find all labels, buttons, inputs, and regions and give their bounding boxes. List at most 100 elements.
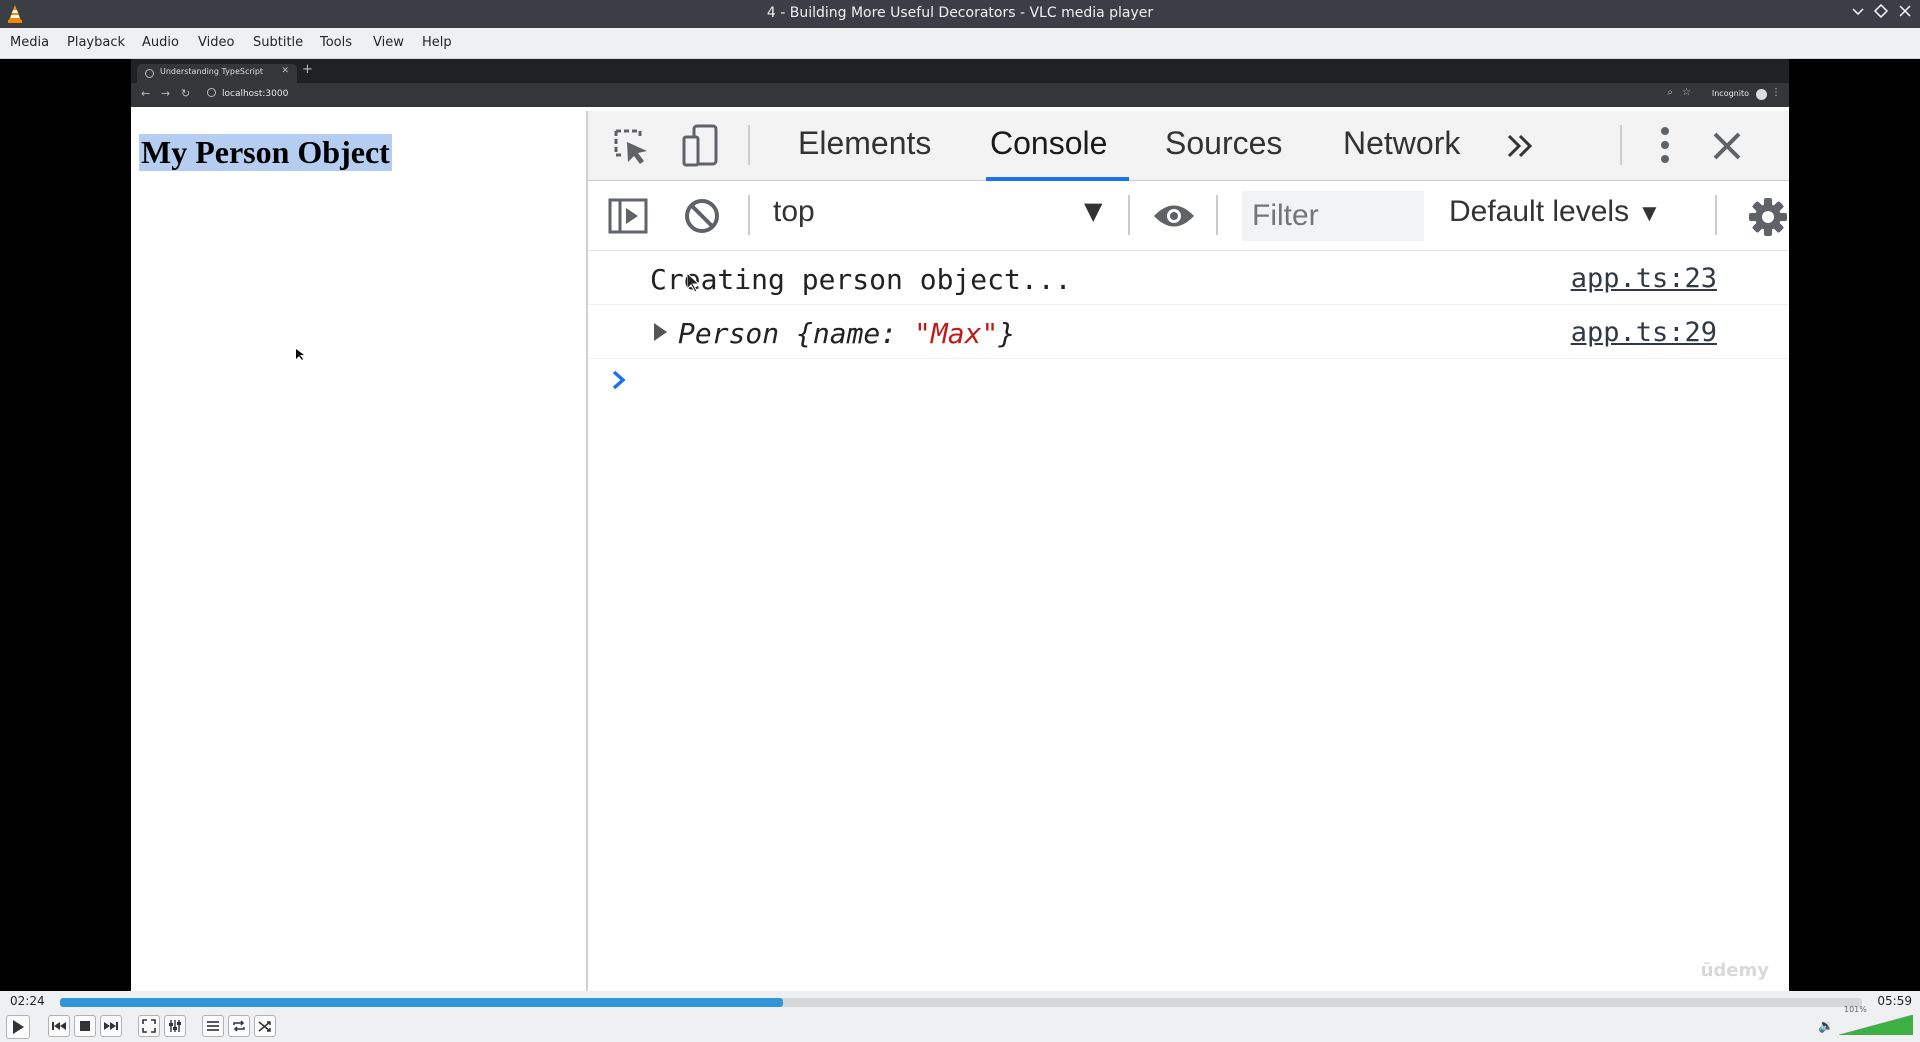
- toolbar-separator: [1216, 195, 1218, 235]
- title-bar: 4 - Building More Useful Decorators - VL…: [0, 0, 1920, 28]
- tab-network[interactable]: Network: [1343, 125, 1460, 162]
- tab-console[interactable]: Console: [990, 125, 1107, 162]
- log-levels-label: Default levels: [1449, 195, 1630, 228]
- menu-help[interactable]: Help: [422, 35, 452, 50]
- maximize-icon[interactable]: [1872, 3, 1890, 22]
- inspect-element-icon: [614, 129, 647, 164]
- play-icon: [13, 1020, 24, 1034]
- volume-slider[interactable]: [1839, 1015, 1913, 1035]
- menu-playback[interactable]: Playback: [67, 35, 125, 50]
- log-levels-select[interactable]: Default levels ▼: [1449, 195, 1661, 229]
- log-message: Creating person object...: [650, 263, 1072, 296]
- tab-close-icon: ✕: [281, 66, 289, 76]
- fullscreen-icon: [142, 1019, 156, 1033]
- devtools-panel: Elements Console Sources Network top ▼ F…: [586, 111, 1789, 991]
- console-toolbar: top ▼ Default levels ▼: [588, 181, 1789, 251]
- menu-tools[interactable]: Tools: [320, 35, 352, 50]
- mouse-cursor-icon: [687, 273, 701, 293]
- page-heading: My Person Object: [139, 134, 392, 171]
- clear-console-icon[interactable]: [684, 198, 720, 234]
- seek-progress: [60, 998, 783, 1007]
- volume-level: 101%: [1844, 1005, 1867, 1014]
- eye-icon[interactable]: [1152, 201, 1196, 231]
- context-select[interactable]: top: [773, 195, 815, 229]
- toolbar-separator: [1620, 125, 1622, 165]
- tab-sources[interactable]: Sources: [1165, 125, 1282, 162]
- toolbar-separator: [1715, 195, 1717, 235]
- toolbar-separator: [748, 125, 750, 165]
- menu-view[interactable]: View: [373, 35, 404, 50]
- playlist-icon: [207, 1021, 219, 1031]
- console-log-row[interactable]: Person {name: "Max"} app.ts:29: [588, 307, 1789, 359]
- zoom-icon: ⌕: [1667, 87, 1673, 98]
- next-icon: [104, 1022, 118, 1030]
- menu-media[interactable]: Media: [10, 35, 49, 50]
- seek-slider[interactable]: [60, 998, 1862, 1007]
- extended-settings-button[interactable]: [164, 1015, 186, 1037]
- object-suffix: }: [998, 317, 1016, 350]
- playlist-button[interactable]: [202, 1015, 224, 1037]
- video-frame: Understanding TypeScript ✕ + ← → ↻ local…: [131, 59, 1789, 991]
- log-source-link[interactable]: app.ts:23: [1571, 263, 1717, 294]
- browser-tab-title: Understanding TypeScript: [160, 67, 264, 76]
- close-devtools-icon[interactable]: [1712, 131, 1742, 161]
- menu-video[interactable]: Video: [198, 35, 234, 50]
- kebab-menu-icon[interactable]: [1658, 125, 1672, 165]
- back-icon: ←: [141, 87, 151, 100]
- shuffle-icon: [258, 1021, 271, 1032]
- device-toolbar-icon: [682, 124, 718, 167]
- menu-bar: Media Playback Audio Video Subtitle Tool…: [0, 28, 1920, 59]
- close-icon[interactable]: [1896, 4, 1914, 22]
- dropdown-arrow-icon[interactable]: ▼: [1084, 197, 1102, 225]
- tab-elements[interactable]: Elements: [798, 125, 931, 162]
- menu-subtitle[interactable]: Subtitle: [253, 35, 303, 50]
- info-icon: [207, 88, 216, 97]
- browser-address-bar: ← → ↻ localhost:3000 ⌕ ☆ Incognito ⋮: [131, 83, 1789, 107]
- speaker-icon[interactable]: 🔉: [1818, 1019, 1834, 1034]
- equalizer-icon: [169, 1020, 181, 1032]
- udemy-watermark: ūdemy: [1700, 960, 1769, 981]
- loop-button[interactable]: [228, 1015, 250, 1037]
- play-button[interactable]: [6, 1015, 30, 1039]
- shuffle-button[interactable]: [254, 1015, 276, 1037]
- stop-button[interactable]: [74, 1015, 96, 1037]
- incognito-icon: [1756, 89, 1767, 100]
- player-controls: 02:24 05:59 🔉 101%: [0, 991, 1920, 1042]
- video-area[interactable]: Understanding TypeScript ✕ + ← → ↻ local…: [0, 59, 1920, 991]
- total-time: 05:59: [1877, 994, 1912, 1008]
- show-sidebar-icon[interactable]: [608, 198, 648, 234]
- next-button[interactable]: [100, 1015, 122, 1037]
- new-tab-icon: +: [302, 62, 313, 77]
- console-prompt-icon[interactable]: [610, 369, 628, 391]
- browser-url: localhost:3000: [222, 89, 289, 99]
- incognito-label: Incognito: [1711, 89, 1749, 98]
- devtools-toolbar: Elements Console Sources Network: [588, 111, 1789, 181]
- dropdown-arrow-icon: ▼: [1637, 200, 1662, 227]
- loop-icon: [233, 1020, 245, 1032]
- log-object: Person {name: "Max"}: [678, 317, 1015, 350]
- browser-menu-icon: ⋮: [1771, 87, 1781, 98]
- previous-button[interactable]: [48, 1015, 70, 1037]
- stop-icon: [80, 1021, 90, 1031]
- elapsed-time: 02:24: [10, 994, 45, 1008]
- more-tabs-icon[interactable]: [1506, 133, 1536, 159]
- toolbar-separator: [1128, 195, 1130, 235]
- window-title: 4 - Building More Useful Decorators - VL…: [766, 5, 1154, 21]
- object-string-value: "Max": [914, 317, 999, 350]
- toolbar-separator: [748, 195, 750, 235]
- expand-triangle-icon[interactable]: [654, 323, 667, 341]
- log-source-link[interactable]: app.ts:29: [1571, 317, 1717, 348]
- menu-audio[interactable]: Audio: [142, 35, 179, 50]
- fullscreen-button[interactable]: [138, 1015, 160, 1037]
- object-prefix: Person {name:: [678, 317, 915, 350]
- web-page: My Person Object: [131, 111, 586, 991]
- mouse-cursor-icon: [296, 349, 304, 360]
- forward-icon: →: [161, 87, 171, 100]
- minimize-icon[interactable]: [1849, 4, 1867, 22]
- console-log-row: Creating person object... app.ts:23: [588, 253, 1789, 305]
- filter-input[interactable]: [1242, 191, 1424, 241]
- browser-tab-strip: Understanding TypeScript ✕ +: [131, 59, 1789, 83]
- reload-icon: ↻: [181, 87, 191, 100]
- star-icon: ☆: [1682, 87, 1691, 98]
- gear-icon[interactable]: [1748, 197, 1788, 237]
